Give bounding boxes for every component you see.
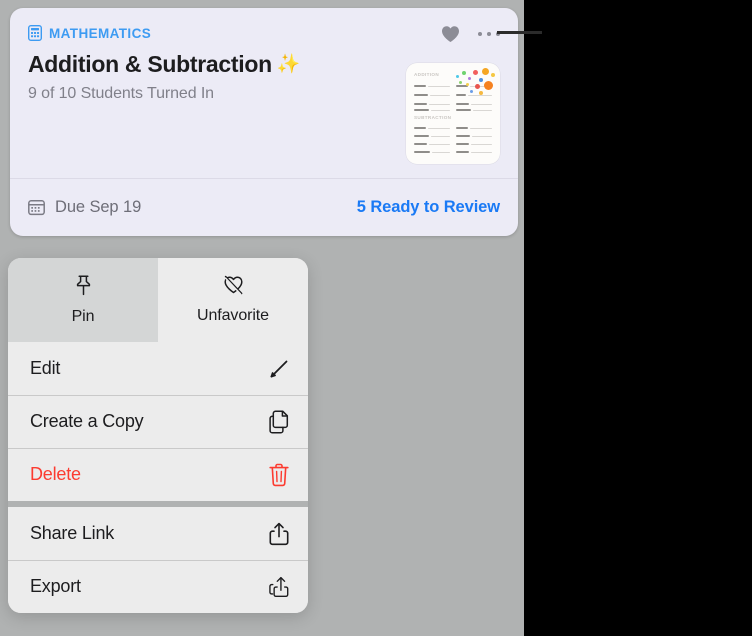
calendar-icon (28, 199, 45, 216)
trash-icon (268, 463, 290, 487)
worksheet-thumbnail-content: ADDITION SUBTRACTION (406, 63, 500, 164)
duplicate-icon (268, 409, 290, 434)
due-date-group: Due Sep 19 (28, 198, 141, 217)
pin-icon (74, 274, 93, 301)
menu-item-share-link-label: Share Link (30, 523, 115, 543)
menu-item-share-link[interactable]: Share Link (8, 507, 308, 560)
worksheet-thumbnail[interactable]: ADDITION SUBTRACTION (406, 63, 500, 164)
screen: MATHEMATICS Addition & Subtraction ✨ 9 o… (0, 0, 752, 636)
card-actions (441, 25, 500, 43)
subject-label: MATHEMATICS (49, 25, 152, 41)
page-title: Addition & Subtraction (28, 51, 272, 77)
menu-item-delete-label: Delete (30, 464, 81, 484)
menu-item-edit[interactable]: Edit (8, 342, 308, 395)
menu-action-unfavorite-label: Unfavorite (197, 307, 269, 324)
subject-row: MATHEMATICS (28, 24, 500, 42)
assignment-card-body: MATHEMATICS Addition & Subtraction ✨ 9 o… (10, 8, 518, 178)
worksheet-heading-subtraction: SUBTRACTION (414, 115, 452, 120)
callout-leader-line (497, 31, 542, 34)
context-menu: Pin Unfavorite Edit Create a Copy Delete… (8, 258, 308, 613)
menu-action-pin-label: Pin (71, 307, 95, 325)
menu-item-export-label: Export (30, 576, 81, 596)
assignment-card-footer: Due Sep 19 5 Ready to Review (10, 178, 518, 236)
menu-item-edit-label: Edit (30, 358, 61, 378)
context-menu-top-actions: Pin Unfavorite (8, 258, 308, 342)
dot (486, 31, 491, 37)
sparkles-icon: ✨ (276, 54, 301, 75)
worksheet-heading-addition: ADDITION (414, 72, 440, 77)
ready-to-review-link[interactable]: 5 Ready to Review (357, 198, 500, 217)
calculator-icon (28, 25, 42, 41)
export-icon (268, 575, 290, 599)
due-date-label: Due Sep 19 (55, 198, 142, 216)
menu-action-pin[interactable]: Pin (8, 258, 158, 342)
menu-item-delete[interactable]: Delete (8, 448, 308, 501)
assignment-card[interactable]: MATHEMATICS Addition & Subtraction ✨ 9 o… (10, 8, 518, 236)
menu-item-export[interactable]: Export (8, 560, 308, 613)
share-icon (268, 522, 290, 546)
menu-item-create-a-copy-label: Create a Copy (30, 411, 144, 431)
menu-item-create-a-copy[interactable]: Create a Copy (8, 395, 308, 448)
heart-filled-icon[interactable] (441, 25, 460, 43)
menu-action-unfavorite[interactable]: Unfavorite (158, 258, 308, 342)
pencil-icon (268, 357, 290, 381)
heart-slash-icon (223, 275, 244, 300)
dot (477, 31, 482, 37)
